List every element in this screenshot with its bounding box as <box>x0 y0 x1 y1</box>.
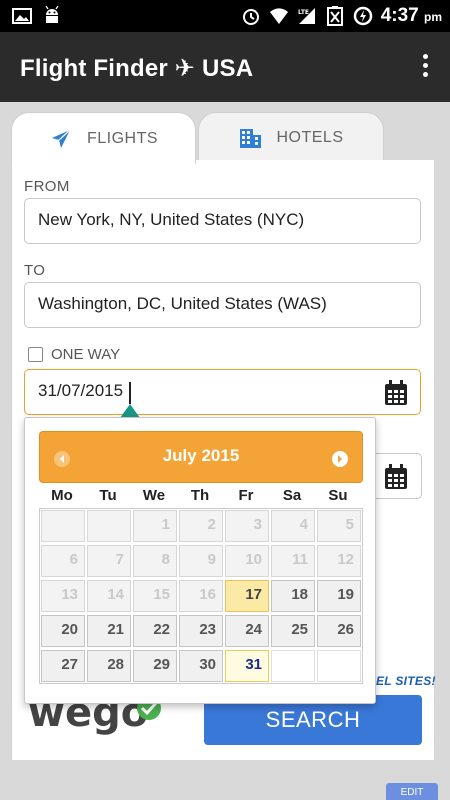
calendar-day: 3 <box>225 510 269 542</box>
from-value: New York, NY, United States (NYC) <box>38 210 305 229</box>
chevron-right-icon <box>338 455 342 463</box>
android-icon <box>45 6 59 23</box>
calendar-day[interactable]: 31 <box>225 650 269 682</box>
from-field[interactable]: New York, NY, United States (NYC) <box>24 198 421 244</box>
datepicker-month-title: July 2015 <box>162 446 240 465</box>
calendar-day: 14 <box>87 580 131 612</box>
calendar-day[interactable]: 26 <box>317 615 361 647</box>
weekday-label: Sa <box>282 487 302 504</box>
calendar-day: 5 <box>317 510 361 542</box>
calendar-day[interactable]: 18 <box>271 580 315 612</box>
calendar-day: 7 <box>87 545 131 577</box>
calendar-day: 13 <box>41 580 85 612</box>
app-title: Flight Finder ✈ USA <box>20 55 254 82</box>
calendar-day[interactable]: 20 <box>41 615 85 647</box>
calendar-day[interactable]: 28 <box>87 650 131 682</box>
edit-button-label: EDIT <box>400 787 424 798</box>
svg-text:LTE: LTE <box>298 9 309 16</box>
to-value: Washington, DC, United States (WAS) <box>38 294 327 313</box>
from-label: FROM <box>24 178 70 195</box>
calendar-day[interactable]: 23 <box>179 615 223 647</box>
calendar-day[interactable]: 29 <box>133 650 177 682</box>
calendar-day[interactable]: 17 <box>225 580 269 612</box>
calendar-empty-cell <box>41 510 85 542</box>
weekday-label: Th <box>190 487 210 504</box>
calendar-day: 1 <box>133 510 177 542</box>
weekday-label: Fr <box>238 487 254 504</box>
calendar-day[interactable]: 30 <box>179 650 223 682</box>
calendar-icon[interactable] <box>384 380 408 406</box>
calendar-day[interactable]: 19 <box>317 580 361 612</box>
calendar-grid: 1 2 3 4 5 6 7 8 9 10 11 12 13 14 15 16 17 18 19 20 21 22 23 24 2… <box>39 508 363 684</box>
calendar-day[interactable]: 21 <box>87 615 131 647</box>
calendar-icon[interactable] <box>384 464 408 490</box>
calendar-day[interactable]: 24 <box>225 615 269 647</box>
calendar-day: 9 <box>179 545 223 577</box>
clock-time: 4:37 <box>380 5 419 26</box>
compare-sites-text[interactable]: EL SITES! <box>376 674 436 688</box>
calendar-day: 16 <box>179 580 223 612</box>
weekday-label: Su <box>328 487 348 504</box>
datepicker-header: July 2015 <box>39 431 363 483</box>
alarm-icon <box>242 9 259 25</box>
weekday-label: We <box>142 487 166 504</box>
calendar-day: 4 <box>271 510 315 542</box>
calendar-day[interactable]: 22 <box>133 615 177 647</box>
search-button-label: SEARCH <box>265 707 361 732</box>
one-way-label: ONE WAY <box>51 346 121 363</box>
weekday-label: Mo <box>51 487 73 504</box>
text-cursor <box>129 382 131 404</box>
lte-signal-icon: LTE <box>298 8 315 24</box>
wifi-icon <box>269 8 288 24</box>
one-way-toggle[interactable]: ONE WAY <box>28 346 120 363</box>
to-label: TO <box>24 262 46 279</box>
hotel-building-icon <box>240 128 262 148</box>
calendar-day: 6 <box>41 545 85 577</box>
calendar-empty-cell <box>317 650 361 682</box>
calendar-day[interactable]: 27 <box>41 650 85 682</box>
return-date-field[interactable] <box>376 453 422 499</box>
calendar-empty-cell <box>271 650 315 682</box>
calendar-day[interactable]: 25 <box>271 615 315 647</box>
airplane-icon <box>51 129 71 148</box>
tab-flights[interactable]: FLIGHTS <box>11 112 196 164</box>
calendar-day: 2 <box>179 510 223 542</box>
to-field[interactable]: Washington, DC, United States (WAS) <box>24 282 421 328</box>
one-way-checkbox[interactable] <box>28 347 43 362</box>
battery-icon <box>326 6 343 26</box>
calendar-day: 12 <box>317 545 361 577</box>
calendar-day: 15 <box>133 580 177 612</box>
tab-flights-label: FLIGHTS <box>86 129 159 147</box>
tab-hotels[interactable]: HOTELS <box>198 112 384 162</box>
status-bar: LTE 4:37 pm <box>0 0 450 32</box>
more-vert-icon[interactable] <box>420 54 430 82</box>
calendar-day: 8 <box>133 545 177 577</box>
app-bar: Flight Finder ✈ USA <box>0 32 450 102</box>
clock: 4:37 pm <box>381 5 442 27</box>
depart-date-value: 31/07/2015 <box>38 381 124 400</box>
weekday-label: Tu <box>99 487 117 504</box>
calendar-day: 11 <box>271 545 315 577</box>
sync-icon <box>353 6 372 26</box>
calendar-day: 10 <box>225 545 269 577</box>
depart-date-field[interactable]: 31/07/2015 <box>24 369 421 415</box>
next-month-button[interactable] <box>332 451 348 467</box>
image-icon <box>12 8 32 24</box>
clock-ampm: pm <box>424 10 442 24</box>
tab-hotels-label: HOTELS <box>276 128 344 146</box>
calendar-empty-cell <box>87 510 131 542</box>
datepicker-popup: July 2015 Mo Tu We Th Fr Sa Su 1 2 3 4 5 6 7 8 9 10 11 12… <box>24 417 376 704</box>
edit-button[interactable]: EDIT <box>386 783 438 800</box>
